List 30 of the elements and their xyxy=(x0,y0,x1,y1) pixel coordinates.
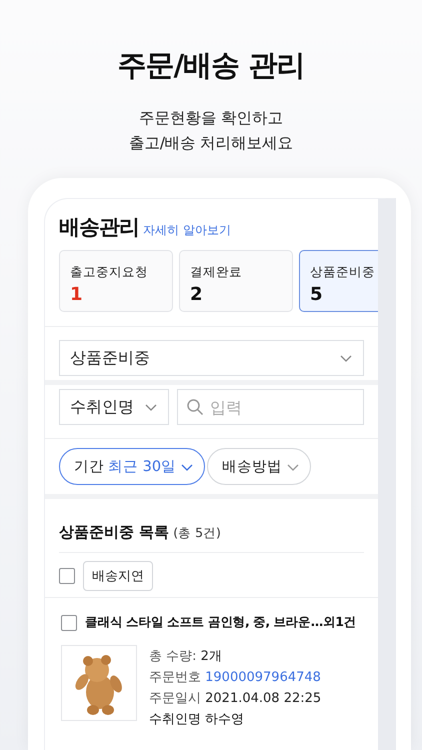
checkbox[interactable] xyxy=(59,568,75,584)
search-type-select[interactable]: 수취인명 xyxy=(59,389,169,425)
search-icon xyxy=(186,398,204,416)
status-count: 2 xyxy=(190,284,204,305)
delay-button[interactable]: 배송지연 xyxy=(83,561,153,591)
order-detail: 총 수량: 2개 xyxy=(149,648,223,665)
status-count: 5 xyxy=(310,284,324,305)
checkbox[interactable] xyxy=(61,614,77,630)
headline: 주문/배송 관리 xyxy=(118,47,304,84)
list-count: (총 5건) xyxy=(173,525,221,542)
status-card[interactable]: 결제완료 2 xyxy=(179,250,293,312)
status-label: 결제완료 xyxy=(190,264,243,281)
status-count: 1 xyxy=(70,284,84,305)
subtitle-line: 주문현황을 확인하고 xyxy=(139,108,283,129)
filter-chip[interactable]: 기간 최근 30일 xyxy=(59,448,206,485)
help-link[interactable]: 자세히 알아보기 xyxy=(143,222,231,239)
order-detail: 주문번호 19000097964748 xyxy=(149,669,322,686)
screen-title: 배송관리 xyxy=(59,214,139,241)
status-select[interactable]: 상품준비중 xyxy=(59,340,364,376)
subtitle-line: 출고/배송 처리해보세요 xyxy=(128,133,294,154)
order-title: 클래식 스타일 소프트 곰인형, 중, 브라운...외1건 xyxy=(85,614,356,631)
order-detail: 주문일시 2021.04.08 22:25 xyxy=(149,690,322,707)
status-card[interactable]: 출고중지요청 1 xyxy=(59,250,173,312)
list-title: 상품준비중 목록 xyxy=(59,523,170,542)
search-field[interactable]: 입력 xyxy=(177,389,364,425)
order-detail: 수취인명 하수영 xyxy=(149,711,246,728)
status-label: 출고중지요청 xyxy=(70,264,149,281)
filter-chip[interactable]: 배송방법 xyxy=(207,448,312,485)
status-label: 상품준비중 xyxy=(310,264,376,281)
status-card[interactable]: 상품준비중 5 xyxy=(299,250,378,312)
